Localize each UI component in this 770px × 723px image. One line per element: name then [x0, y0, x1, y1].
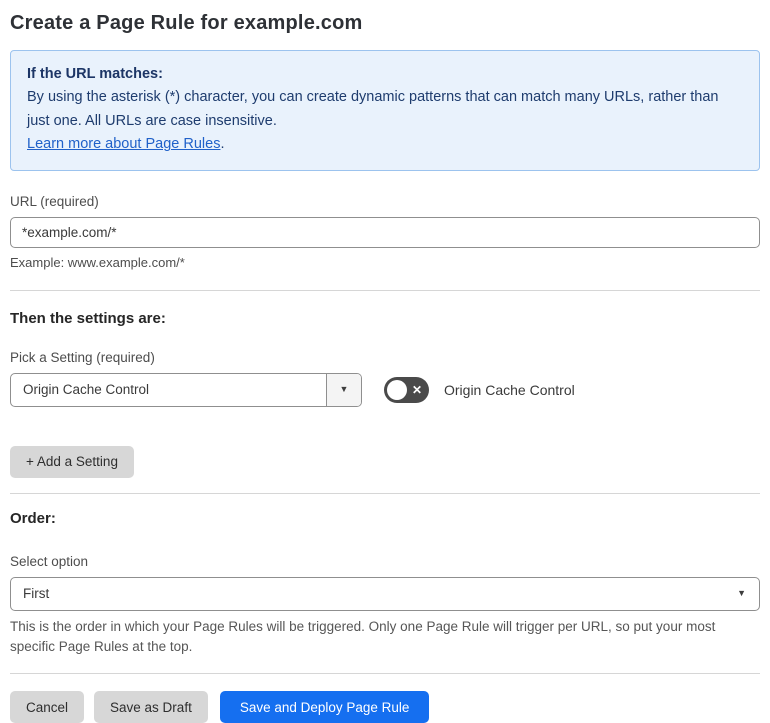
chevron-down-icon: ▼	[339, 384, 349, 395]
order-select-caret: ▼	[737, 578, 759, 610]
settings-section-heading: Then the settings are:	[10, 309, 166, 327]
save-as-draft-button[interactable]: Save as Draft	[94, 691, 208, 723]
setting-select-caret-box[interactable]: ▼	[326, 373, 361, 406]
order-select[interactable]: First ▼	[10, 576, 760, 611]
url-match-info-box: If the URL matches: By using the asteris…	[10, 50, 760, 171]
setting-select-value: Origin Cache Control	[23, 382, 150, 398]
page-title: Create a Page Rule for example.com	[10, 12, 363, 34]
order-select-value: First	[23, 586, 50, 602]
learn-more-link[interactable]: Learn more about Page Rules	[27, 136, 220, 152]
info-box-body: By using the asterisk (*) character, you…	[27, 89, 719, 129]
info-box-heading: If the URL matches:	[27, 66, 163, 82]
pick-setting-label: Pick a Setting (required)	[10, 349, 155, 365]
info-box-link-line: Learn more about Page Rules.	[27, 133, 743, 156]
toggle-label: Origin Cache Control	[444, 381, 575, 398]
setting-select[interactable]: Origin Cache Control ▼	[10, 372, 362, 407]
origin-cache-control-toggle[interactable]: ✕	[384, 376, 429, 403]
chevron-down-icon: ▼	[737, 588, 746, 599]
url-field-label: URL (required)	[10, 193, 99, 209]
save-and-deploy-button[interactable]: Save and Deploy Page Rule	[219, 691, 430, 723]
toggle-knob	[387, 379, 407, 400]
url-input[interactable]	[10, 216, 760, 248]
order-section-heading: Order:	[10, 509, 56, 527]
divider	[10, 492, 760, 494]
cancel-button[interactable]: Cancel	[10, 691, 85, 723]
add-setting-button[interactable]: + Add a Setting	[10, 445, 134, 478]
setting-row: Origin Cache Control ▼ ✕ Origin Cache Co…	[10, 372, 760, 407]
url-example-text: Example: www.example.com/*	[10, 254, 185, 270]
toggle-off-x-icon: ✕	[411, 382, 422, 397]
order-help-text: This is the order in which your Page Rul…	[10, 618, 716, 655]
page-rule-form: Create a Page Rule for example.com If th…	[0, 0, 770, 723]
divider	[10, 289, 760, 291]
divider	[10, 673, 760, 675]
link-suffix: .	[220, 136, 225, 153]
order-select-label: Select option	[10, 553, 89, 569]
footer-actions: Cancel Save as Draft Save and Deploy Pag…	[10, 691, 760, 723]
